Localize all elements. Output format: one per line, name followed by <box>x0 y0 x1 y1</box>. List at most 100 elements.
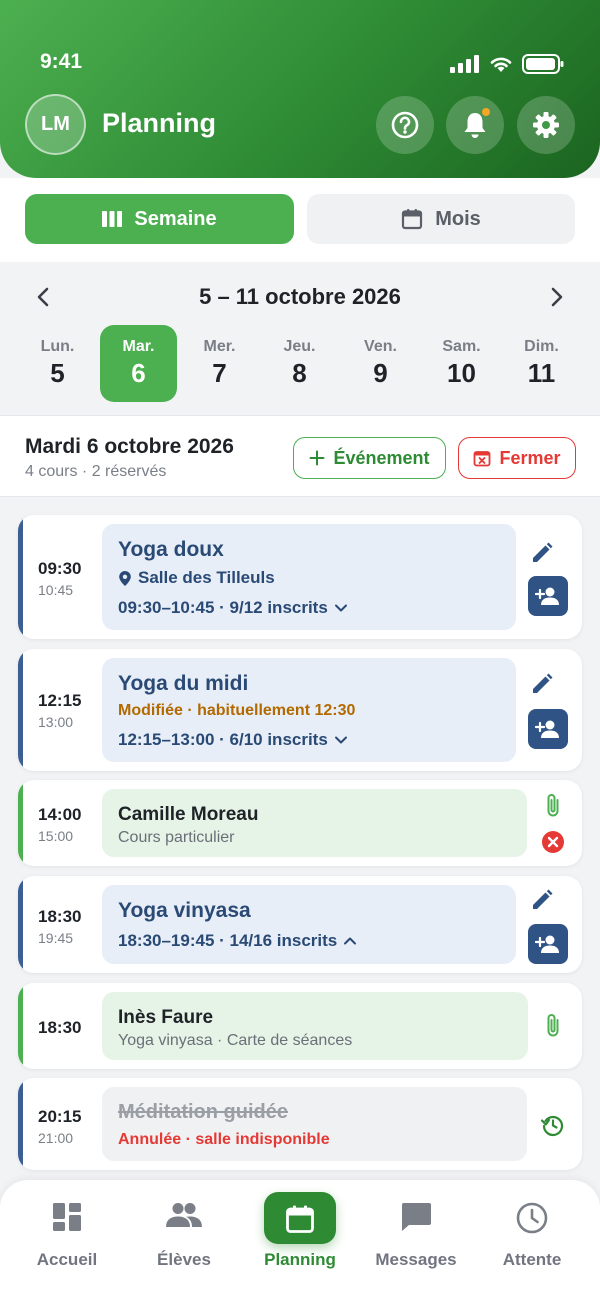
settings-button[interactable] <box>517 96 575 154</box>
end-time: 15:00 <box>38 828 74 844</box>
day-sunday[interactable]: Dim. 11 <box>503 325 580 402</box>
nav-attente[interactable]: Attente <box>472 1180 592 1300</box>
event-title: Yoga vinyasa <box>118 899 251 922</box>
nav-label: Planning <box>264 1250 336 1269</box>
page-title: Planning <box>102 108 216 138</box>
event-panel[interactable]: Inès Faure Yoga vinyasa · Carte de séanc… <box>102 992 528 1060</box>
next-week-button[interactable] <box>542 282 572 312</box>
nav-eleves[interactable]: Élèves <box>124 1180 244 1300</box>
event-card-yoga-doux[interactable]: 09:30 10:45 Yoga doux Salle des Tilleuls… <box>18 515 582 639</box>
edit-button[interactable] <box>526 537 558 569</box>
day-saturday[interactable]: Sam. 10 <box>423 325 500 402</box>
help-button[interactable] <box>376 96 434 154</box>
chat-icon <box>401 1203 431 1231</box>
tab-week-label: Semaine <box>134 207 217 230</box>
event-detail-text: 09:30–10:45 · 9/12 inscrits <box>118 598 328 617</box>
day-name: Jeu. <box>283 338 316 355</box>
plus-icon <box>309 450 325 466</box>
start-time: 18:30 <box>38 1018 82 1037</box>
event-subtitle: Yoga vinyasa · Carte de séances <box>118 1032 353 1049</box>
event-card-camille-moreau[interactable]: 14:00 15:00 Camille Moreau Cours particu… <box>18 780 582 866</box>
event-title: Camille Moreau <box>118 804 259 825</box>
week-range: 5 – 11 octobre 2026 <box>199 284 401 309</box>
status-time: 9:41 <box>40 50 83 73</box>
people-icon <box>166 1203 202 1227</box>
day-wednesday[interactable]: Mer. 7 <box>181 325 258 402</box>
day-name: Lun. <box>40 338 75 355</box>
close-day-button[interactable]: Fermer <box>458 437 576 479</box>
event-location: Salle des Tilleuls <box>118 568 275 588</box>
event-panel[interactable]: Yoga doux Salle des Tilleuls 09:30–10:45… <box>102 524 516 630</box>
paperclip-icon <box>547 1014 559 1037</box>
notifications-button[interactable] <box>446 96 504 154</box>
event-card-ines-faure[interactable]: 18:30 Inès Faure Yoga vinyasa · Carte de… <box>18 983 582 1069</box>
event-panel[interactable]: Yoga vinyasa 18:30–19:45 · 14/16 inscrit… <box>102 885 516 964</box>
view-toggle: Semaine Mois <box>0 178 600 262</box>
nav-label: Accueil <box>36 1250 98 1269</box>
nav-planning[interactable]: Planning <box>240 1180 360 1300</box>
add-event-button[interactable]: Événement <box>293 437 446 479</box>
day-header: Mardi 6 octobre 2026 4 cours · 2 réservé… <box>0 415 600 497</box>
cancel-booking-button[interactable] <box>538 827 568 857</box>
location-label: Salle des Tilleuls <box>138 568 275 587</box>
event-panel[interactable]: Yoga du midi Modifiée · habituellement 1… <box>102 658 516 762</box>
day-friday[interactable]: Ven. 9 <box>342 325 419 402</box>
event-panel[interactable]: Méditation guidée Annulée · salle indisp… <box>102 1087 527 1161</box>
day-name: Mer. <box>203 338 236 355</box>
day-summary: 4 cours · 2 réservés <box>25 463 167 480</box>
day-number: 6 <box>131 358 146 388</box>
edit-button[interactable] <box>526 884 558 916</box>
event-detail[interactable]: 18:30–19:45 · 14/16 inscrits <box>118 931 357 951</box>
end-time: 19:45 <box>38 930 74 946</box>
course-color-bar <box>18 1078 23 1170</box>
nav-label: Messages <box>375 1250 457 1269</box>
nav-accueil[interactable]: Accueil <box>7 1180 127 1300</box>
week-view-icon <box>102 211 123 227</box>
end-time: 10:45 <box>38 582 74 598</box>
selected-date: Mardi 6 octobre 2026 <box>25 435 234 458</box>
add-participant-button[interactable] <box>528 709 568 749</box>
event-subtitle: Cours particulier <box>118 829 235 846</box>
event-card-yoga-midi[interactable]: 12:15 13:00 Yoga du midi Modifiée · habi… <box>18 649 582 771</box>
day-tuesday[interactable]: Mar. 6 <box>100 325 177 402</box>
event-panel[interactable]: Camille Moreau Cours particulier <box>102 789 527 857</box>
day-monday[interactable]: Lun. 5 <box>19 325 96 402</box>
day-number: 5 <box>50 358 65 388</box>
attachment-button[interactable] <box>538 1010 568 1040</box>
event-card-yoga-vinyasa[interactable]: 18:30 19:45 Yoga vinyasa 18:30–19:45 · 1… <box>18 876 582 973</box>
restore-history-icon <box>540 1115 564 1137</box>
attachment-button[interactable] <box>538 790 568 820</box>
event-card-meditation-guidee[interactable]: 20:15 21:00 Méditation guidée Annulée · … <box>18 1078 582 1170</box>
wifi-icon <box>490 57 512 72</box>
event-detail[interactable]: 12:15–13:00 · 6/10 inscrits <box>118 730 348 750</box>
pencil-icon <box>533 673 553 693</box>
tab-week[interactable]: Semaine <box>25 194 294 244</box>
event-detail[interactable]: 09:30–10:45 · 9/12 inscrits <box>118 598 348 618</box>
nav-messages[interactable]: Messages <box>356 1180 476 1300</box>
event-modified-note: Modifiée · habituellement 12:30 <box>118 702 356 719</box>
restore-button[interactable] <box>538 1110 568 1140</box>
start-time: 09:30 <box>38 559 82 578</box>
add-participant-button[interactable] <box>528 576 568 616</box>
person-add-icon <box>535 935 559 953</box>
close-circle-icon <box>542 831 564 853</box>
course-color-bar <box>18 876 23 973</box>
add-participant-button[interactable] <box>528 924 568 964</box>
day-name: Sam. <box>442 338 481 355</box>
day-thursday[interactable]: Jeu. 8 <box>261 325 338 402</box>
add-event-label: Événement <box>333 447 430 468</box>
edit-button[interactable] <box>526 668 558 700</box>
booking-color-bar <box>18 983 23 1069</box>
tab-month-label: Mois <box>435 207 481 230</box>
day-number: 11 <box>527 358 556 388</box>
event-title: Méditation guidée <box>118 1101 288 1123</box>
help-icon <box>391 111 419 139</box>
pencil-icon <box>533 889 553 909</box>
tab-month[interactable]: Mois <box>307 194 575 244</box>
course-color-bar <box>18 515 23 639</box>
week-navigator: 5 – 11 octobre 2026 Lun. 5 Mar. 6 Mer. 7… <box>0 262 600 415</box>
day-number: 9 <box>373 358 388 388</box>
day-name: Ven. <box>364 338 397 355</box>
avatar[interactable]: LM <box>25 94 86 155</box>
pencil-icon <box>533 542 553 562</box>
